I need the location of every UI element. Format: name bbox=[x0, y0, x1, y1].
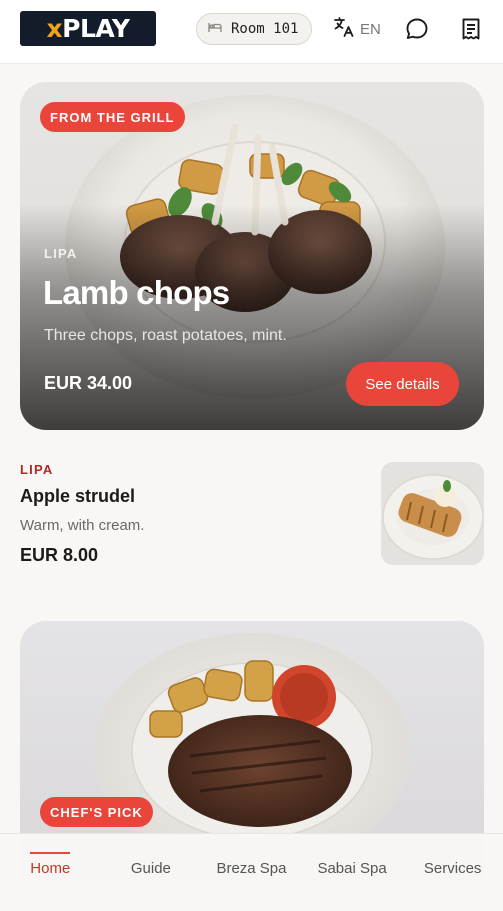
room-label: Room 101 bbox=[231, 21, 299, 37]
dish-title: Apple strudel bbox=[20, 486, 136, 506]
menu-list-item[interactable]: LIPA Apple strudel Warm, with cream. EUR… bbox=[20, 460, 484, 568]
nav-item-guide[interactable]: Guide bbox=[101, 834, 202, 911]
nav-item-sabai-spa[interactable]: Sabai Spa bbox=[302, 834, 403, 911]
category-badge: CHEF'S PICK bbox=[40, 797, 153, 827]
top-bar: x PLAY Room 101 EN bbox=[0, 0, 503, 64]
venue-label: LIPA bbox=[20, 462, 54, 477]
dish-price: EUR 34.00 bbox=[44, 373, 133, 393]
nav-item-home[interactable]: Home bbox=[0, 834, 101, 911]
featured-dish-card[interactable]: FROM THE GRILL LIPA Lamb chops Three cho… bbox=[20, 82, 484, 430]
receipt-icon[interactable] bbox=[458, 16, 484, 42]
nav-item-services[interactable]: Services bbox=[402, 834, 503, 911]
see-details-button[interactable]: See details bbox=[346, 362, 459, 406]
venue-label: LIPA bbox=[44, 246, 78, 261]
bottom-navigation: Home Guide Breza Spa Sabai Spa Services bbox=[0, 833, 503, 911]
chat-icon[interactable] bbox=[404, 16, 430, 42]
dish-price: EUR 8.00 bbox=[20, 545, 99, 565]
language-label: EN bbox=[360, 20, 381, 38]
room-selector[interactable]: Room 101 bbox=[196, 13, 312, 45]
nav-item-breza-spa[interactable]: Breza Spa bbox=[201, 834, 302, 911]
dish-description: Warm, with cream. bbox=[20, 517, 145, 534]
category-badge: FROM THE GRILL bbox=[40, 102, 185, 132]
dish-description: Three chops, roast potatoes, mint. bbox=[44, 327, 287, 344]
apple-strudel-thumbnail bbox=[381, 462, 484, 565]
logo-text: PLAY bbox=[62, 14, 130, 43]
language-switcher[interactable]: EN bbox=[332, 16, 381, 42]
bed-icon bbox=[207, 19, 223, 40]
logo-prefix: x bbox=[46, 14, 63, 43]
xplay-logo[interactable]: x PLAY bbox=[20, 11, 156, 46]
dish-title: Lamb chops bbox=[43, 274, 230, 311]
translate-icon bbox=[332, 15, 356, 44]
